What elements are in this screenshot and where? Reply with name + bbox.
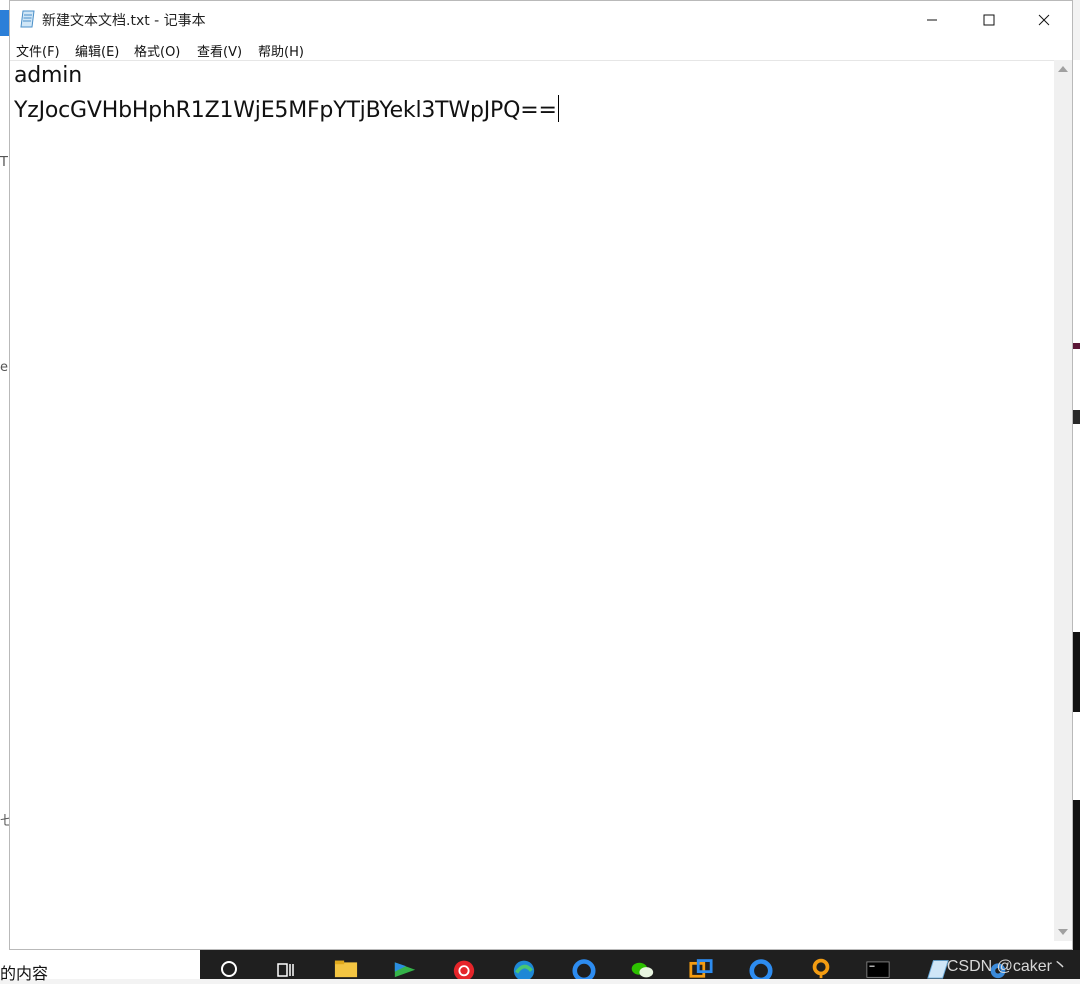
title-bar[interactable]: 新建文本文档.txt - 记事本 — [10, 1, 1072, 38]
text-editor[interactable]: admin YzJocGVHbHphR1Z1WjE5MFpYTjBYekl3TW… — [10, 60, 1054, 942]
background-fragment: 七 — [0, 814, 9, 829]
close-button[interactable] — [1015, 1, 1072, 38]
menu-bar: 文件(F) 编辑(E) 格式(O) 查看(V) 帮助(H) — [10, 38, 1072, 60]
background-window-right — [1073, 60, 1080, 950]
menu-file[interactable]: 文件(F) — [16, 41, 60, 60]
watermark: CSDN @caker丶 — [946, 958, 1068, 975]
minimize-icon — [926, 19, 937, 20]
qq-browser-icon[interactable] — [572, 956, 596, 979]
app-icon[interactable] — [809, 956, 833, 979]
scroll-up-icon[interactable] — [1058, 66, 1068, 72]
background-fragment: e — [0, 360, 8, 375]
background-text: 的内容 — [0, 964, 49, 983]
netease-music-icon[interactable] — [452, 956, 476, 979]
background-window-bottom: 的内容 — [0, 950, 200, 983]
close-icon — [1038, 14, 1049, 25]
menu-format[interactable]: 格式(O) — [134, 41, 180, 60]
menu-help[interactable]: 帮助(H) — [258, 41, 304, 60]
taskbar: 的内容 — [0, 950, 1080, 983]
menu-edit[interactable]: 编辑(E) — [75, 41, 119, 60]
maximize-icon — [983, 14, 994, 25]
editor-line-text: YzJocGVHbHphR1Z1WjE5MFpYTjBYekl3TWpJPQ== — [14, 98, 557, 123]
vertical-scrollbar[interactable] — [1054, 60, 1072, 941]
video-player-icon[interactable] — [393, 956, 417, 979]
edge-icon[interactable] — [512, 956, 536, 979]
notepad-icon — [20, 10, 36, 28]
scroll-down-icon[interactable] — [1058, 929, 1068, 935]
minimize-button[interactable] — [903, 1, 960, 38]
qq-browser-icon-2[interactable] — [749, 956, 773, 979]
maximize-button[interactable] — [960, 1, 1017, 38]
background-fragment — [1073, 800, 1080, 950]
editor-line: YzJocGVHbHphR1Z1WjE5MFpYTjBYekl3TWpJPQ== — [14, 95, 559, 123]
editor-line: admin — [14, 63, 82, 88]
text-caret — [557, 95, 559, 122]
background-fragment — [0, 10, 9, 36]
window-title: 新建文本文档.txt - 记事本 — [42, 13, 206, 29]
virtual-machine-icon[interactable] — [689, 956, 713, 979]
wechat-icon[interactable] — [630, 956, 654, 979]
editor-line-text: admin — [14, 63, 82, 88]
background-fragment — [1073, 343, 1080, 349]
task-view-icon[interactable] — [274, 956, 298, 979]
terminal-icon[interactable] — [866, 956, 890, 979]
background-fragment: T — [0, 155, 8, 170]
background-fragment — [1073, 410, 1080, 424]
notepad-window: 新建文本文档.txt - 记事本 文件(F) 编辑(E) 格式(O) 查看(V)… — [9, 0, 1073, 950]
menu-view[interactable]: 查看(V) — [197, 41, 242, 60]
file-explorer-icon[interactable] — [334, 956, 358, 979]
background-fragment — [1073, 632, 1080, 712]
search-icon[interactable] — [217, 956, 241, 979]
